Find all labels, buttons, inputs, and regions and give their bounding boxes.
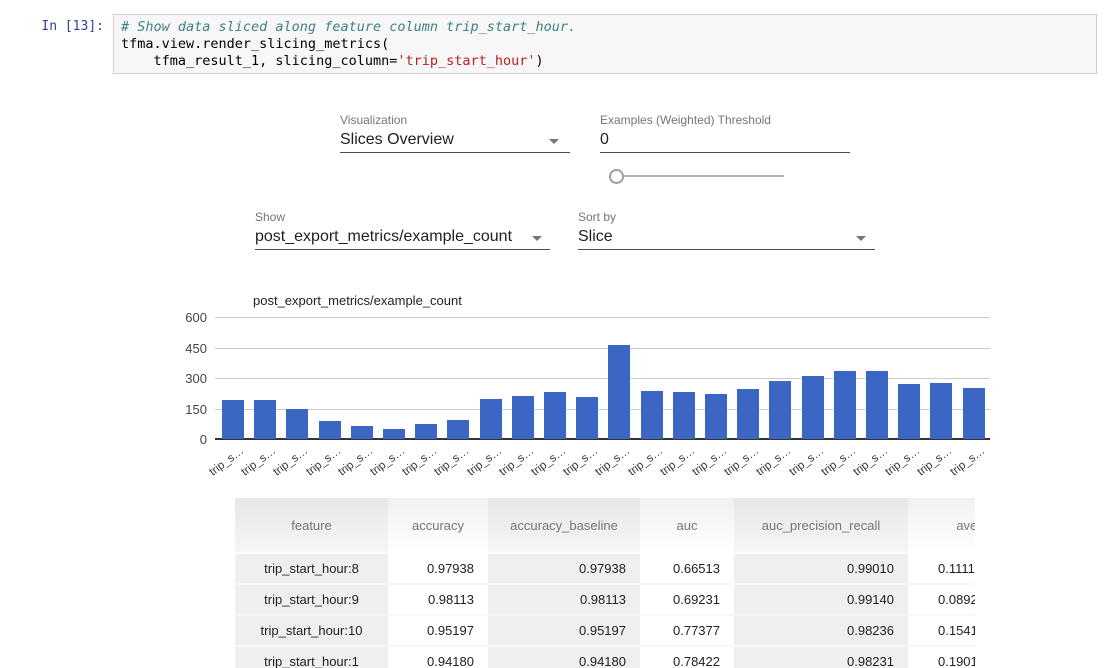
sort-by-label: Sort by [578, 210, 616, 224]
bar[interactable] [383, 429, 405, 439]
table-row[interactable]: trip_start_hour:80.979380.979380.665130.… [235, 552, 975, 583]
code-cell[interactable]: # Show data sliced along feature column … [113, 14, 1097, 74]
threshold-slider-track[interactable] [616, 175, 784, 177]
show-underline [255, 249, 550, 250]
code-comment: # Show data sliced along feature column … [121, 19, 576, 35]
column-header[interactable]: accuracy_baseline [488, 498, 640, 552]
bar[interactable] [866, 371, 888, 439]
table-header-row: featureaccuracyaccuracy_baselineaucauc_p… [235, 498, 975, 552]
threshold-input[interactable]: 0 [600, 131, 609, 149]
metric-cell: 0.95197 [488, 614, 640, 645]
threshold-slider-thumb[interactable] [609, 169, 624, 184]
metric-cell: 0.1111 [908, 552, 975, 583]
legend-swatch [222, 294, 246, 307]
feature-cell: trip_start_hour:9 [235, 583, 388, 614]
bar[interactable] [254, 400, 276, 439]
bar[interactable] [802, 376, 824, 439]
metric-cell: 0.1901 [908, 645, 975, 668]
gridline [215, 317, 990, 318]
metrics-table-wrap[interactable]: featureaccuracyaccuracy_baselineaucauc_p… [235, 498, 975, 668]
bar[interactable] [512, 396, 534, 439]
visualization-underline [340, 152, 570, 153]
bar[interactable] [544, 392, 566, 439]
y-axis-tick: 0 [177, 432, 207, 447]
code-line3: tfma_result_1, slicing_column='trip_star… [121, 53, 544, 69]
threshold-label: Examples (Weighted) Threshold [600, 113, 771, 127]
feature-cell: trip_start_hour:1 [235, 645, 388, 668]
metric-cell: 0.0892 [908, 583, 975, 614]
sort-by-dropdown[interactable]: Slice [578, 228, 613, 246]
bar[interactable] [222, 400, 244, 439]
code-line2: tfma.view.render_slicing_metrics( [121, 36, 389, 52]
feature-cell: trip_start_hour:8 [235, 552, 388, 583]
visualization-label: Visualization [340, 113, 407, 127]
metric-cell: 0.66513 [640, 552, 734, 583]
show-dropdown[interactable]: post_export_metrics/example_count [255, 228, 512, 246]
y-axis-tick: 600 [177, 310, 207, 325]
code-string: 'trip_start_hour' [397, 53, 535, 69]
show-label: Show [255, 210, 285, 224]
bar[interactable] [769, 381, 791, 439]
metric-cell: 0.97938 [488, 552, 640, 583]
bar[interactable] [963, 388, 985, 439]
bar[interactable] [576, 397, 598, 439]
column-header[interactable]: feature [235, 498, 388, 552]
caret-down-icon[interactable] [549, 139, 559, 144]
visualization-dropdown[interactable]: Slices Overview [340, 131, 454, 149]
bar[interactable] [834, 371, 856, 439]
bar[interactable] [286, 409, 308, 439]
y-axis-tick: 150 [177, 402, 207, 417]
column-header[interactable]: accuracy [388, 498, 488, 552]
metric-cell: 0.94180 [388, 645, 488, 668]
notebook-page: In [13]: # Show data sliced along featur… [0, 0, 1111, 668]
metric-cell: 0.98236 [734, 614, 908, 645]
feature-cell: trip_start_hour:10 [235, 614, 388, 645]
metric-cell: 0.78422 [640, 645, 734, 668]
caret-down-icon[interactable] [532, 236, 542, 241]
bar[interactable] [415, 424, 437, 439]
bar[interactable] [705, 394, 727, 439]
bar[interactable] [319, 421, 341, 439]
y-axis-tick: 300 [177, 371, 207, 386]
table-row[interactable]: trip_start_hour:100.951970.951970.773770… [235, 614, 975, 645]
metric-cell: 0.69231 [640, 583, 734, 614]
caret-down-icon[interactable] [856, 236, 866, 241]
bar[interactable] [608, 345, 630, 439]
cell-prompt: In [13]: [0, 19, 104, 34]
metrics-table: featureaccuracyaccuracy_baselineaucauc_p… [235, 498, 975, 668]
bar[interactable] [351, 426, 373, 439]
bar[interactable] [447, 420, 469, 439]
metric-cell: 0.77377 [640, 614, 734, 645]
legend-label: post_export_metrics/example_count [253, 293, 462, 308]
bar[interactable] [898, 384, 920, 439]
metric-cell: 0.98113 [388, 583, 488, 614]
column-header[interactable]: auc [640, 498, 734, 552]
metric-cell: 0.98231 [734, 645, 908, 668]
table-row[interactable]: trip_start_hour:10.941800.941800.784220.… [235, 645, 975, 668]
bar[interactable] [641, 391, 663, 439]
y-axis-tick: 450 [177, 341, 207, 356]
bar[interactable] [737, 389, 759, 439]
table-row[interactable]: trip_start_hour:90.981130.981130.692310.… [235, 583, 975, 614]
metric-cell: 0.1541 [908, 614, 975, 645]
metric-cell: 0.94180 [488, 645, 640, 668]
gridline [215, 348, 990, 349]
metric-cell: 0.99140 [734, 583, 908, 614]
threshold-underline [600, 152, 850, 153]
bar[interactable] [930, 383, 952, 439]
metric-cell: 0.99010 [734, 552, 908, 583]
metric-cell: 0.97938 [388, 552, 488, 583]
metric-cell: 0.98113 [488, 583, 640, 614]
column-header[interactable]: auc_precision_recall [734, 498, 908, 552]
column-header[interactable]: average_loss [908, 498, 975, 552]
code-text: # Show data sliced along feature column … [121, 19, 1089, 70]
sort-by-underline [578, 249, 875, 250]
bar[interactable] [673, 392, 695, 439]
bar[interactable] [480, 399, 502, 439]
metric-cell: 0.95197 [388, 614, 488, 645]
